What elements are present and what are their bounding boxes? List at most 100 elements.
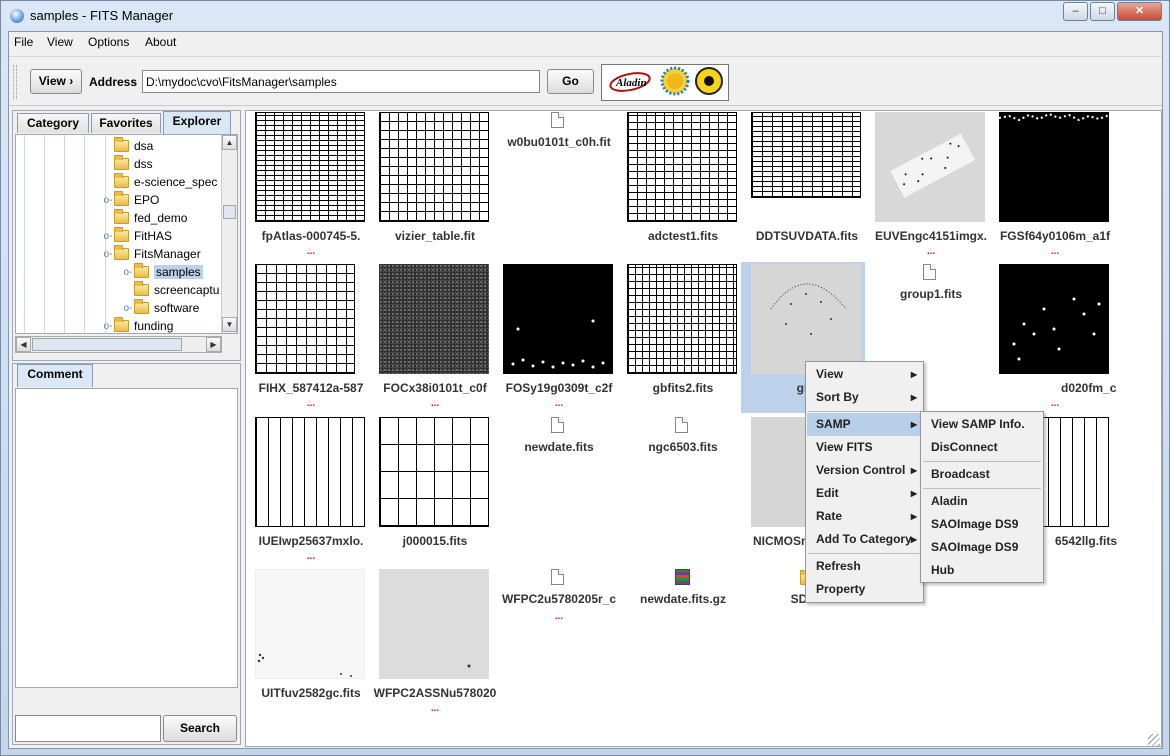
maximize-button[interactable]: □ xyxy=(1090,2,1115,21)
fits-thumbnail xyxy=(751,264,861,374)
file-icon xyxy=(551,417,564,433)
tree-item-dss[interactable]: dss xyxy=(102,155,153,173)
ctx-version-control[interactable]: Version Control ▶ xyxy=(807,459,922,482)
tab-category[interactable]: Category xyxy=(17,113,89,133)
samp-disconnect[interactable]: DisConnect xyxy=(922,436,1042,459)
address-label: Address xyxy=(89,75,138,89)
ctx-view[interactable]: View ▶ xyxy=(807,363,922,386)
tab-favorites[interactable]: Favorites xyxy=(91,113,161,133)
sun-logo[interactable] xyxy=(660,66,690,96)
file-label: EUVEngc4151imgx. xyxy=(874,229,988,243)
fits-thumbnail xyxy=(627,112,737,222)
toolbar-grip[interactable] xyxy=(13,65,17,99)
file-icon xyxy=(551,569,564,585)
ctx-rate[interactable]: Rate ▶ xyxy=(807,505,922,528)
archive-icon xyxy=(675,569,690,585)
file-label: DDTSUVDATA.fits xyxy=(755,229,859,243)
euve-image xyxy=(890,133,976,198)
address-input[interactable] xyxy=(142,70,540,93)
fos-image xyxy=(511,319,605,369)
file-label: FOCx38i0101t_c0f xyxy=(383,381,487,395)
ctx-label: Refresh xyxy=(816,559,861,573)
ctx-add-to-category[interactable]: Add To Category ▶ xyxy=(807,528,922,551)
ctx-sort-by[interactable]: Sort By ▶ xyxy=(807,386,922,409)
more-dots: ... xyxy=(554,398,564,409)
menu-file[interactable]: File xyxy=(14,35,33,49)
fits-thumbnail xyxy=(627,264,737,374)
scroll-down-icon[interactable]: ▼ xyxy=(222,317,237,332)
tree-item-e-science[interactable]: e-science_spec xyxy=(102,173,217,191)
d020-image xyxy=(1012,297,1101,361)
scroll-thumb[interactable] xyxy=(32,338,182,351)
close-button[interactable]: ✕ xyxy=(1117,2,1162,21)
tab-comment[interactable]: Comment xyxy=(17,364,93,387)
tree-item-software[interactable]: o-software xyxy=(122,299,199,317)
more-dots: ... xyxy=(1050,246,1060,257)
wfpc2-image xyxy=(467,664,471,668)
expand-icon[interactable]: o- xyxy=(102,321,114,332)
folder-icon xyxy=(114,245,129,260)
file-label: adctest1.fits xyxy=(647,229,719,243)
tree-item-fed-demo[interactable]: fed_demo xyxy=(102,209,187,227)
separator xyxy=(923,488,1041,489)
target-logo[interactable] xyxy=(694,66,724,96)
search-button[interactable]: Search xyxy=(163,715,237,742)
file-label: vizier_table.fit xyxy=(394,229,476,243)
view-button[interactable]: View › xyxy=(30,69,82,94)
file-label: IUEIwp25637mxlo. xyxy=(258,534,364,548)
comment-textarea[interactable] xyxy=(15,388,238,688)
tree-item-fitsmanager[interactable]: o- FitsManager xyxy=(102,245,201,263)
scroll-thumb[interactable] xyxy=(223,205,236,219)
samp-submenu: View SAMP Info. DisConnect Broadcast Ala… xyxy=(920,411,1044,583)
tree-horizontal-scrollbar[interactable]: ◀ ▶ xyxy=(15,336,222,353)
minimize-button[interactable]: – xyxy=(1063,2,1088,21)
ctx-property[interactable]: Property xyxy=(807,578,922,601)
expand-icon[interactable]: o- xyxy=(122,267,134,278)
fits-thumbnail xyxy=(751,112,861,198)
folder-icon xyxy=(114,227,129,242)
separator xyxy=(808,411,921,412)
file-label: fpAtlas-000745-5. xyxy=(261,229,361,243)
tree-item-funding[interactable]: o-funding xyxy=(102,317,173,333)
folder-icon xyxy=(134,281,149,296)
samp-ds9-2[interactable]: SAOImage DS9 xyxy=(922,536,1042,559)
tree-label: dsa xyxy=(134,139,154,153)
scroll-right-icon[interactable]: ▶ xyxy=(206,337,221,352)
more-dots: ... xyxy=(430,703,440,714)
file-label: WFPC2u5780205r_c xyxy=(501,592,617,606)
ctx-view-fits[interactable]: View FITS xyxy=(807,436,922,459)
tree-item-epo[interactable]: o- EPO xyxy=(102,191,159,209)
menu-options[interactable]: Options xyxy=(88,35,129,49)
more-dots: ... xyxy=(306,398,316,409)
fits-thumbnail xyxy=(379,569,489,679)
tree-item-dsa[interactable]: dsa xyxy=(102,137,153,155)
ctx-label: Property xyxy=(816,582,866,596)
search-input[interactable] xyxy=(15,715,161,742)
menu-about[interactable]: About xyxy=(145,35,176,49)
more-dots: ... xyxy=(306,246,316,257)
samp-aladin[interactable]: Aladin xyxy=(922,490,1042,513)
scroll-left-icon[interactable]: ◀ xyxy=(16,337,31,352)
tree-vertical-scrollbar[interactable]: ▲ ▼ xyxy=(221,135,237,333)
samp-hub[interactable]: Hub xyxy=(922,559,1042,582)
tree-item-fithas[interactable]: o- FitHAS xyxy=(102,227,172,245)
resize-grip-icon[interactable] xyxy=(1148,734,1160,746)
expand-icon[interactable]: o- xyxy=(122,303,134,314)
ctx-edit[interactable]: Edit ▶ xyxy=(807,482,922,505)
go-button[interactable]: Go xyxy=(547,69,594,94)
collapse-icon[interactable]: o- xyxy=(102,249,114,260)
samp-broadcast[interactable]: Broadcast xyxy=(922,463,1042,486)
tree-item-samples[interactable]: o-samples xyxy=(122,263,203,281)
tab-explorer[interactable]: Explorer xyxy=(163,111,231,134)
ctx-samp[interactable]: SAMP ▶ xyxy=(807,413,922,436)
samp-view-info[interactable]: View SAMP Info. xyxy=(922,413,1042,436)
scroll-up-icon[interactable]: ▲ xyxy=(222,135,237,150)
samp-ds9-1[interactable]: SAOImage DS9 xyxy=(922,513,1042,536)
gls-image xyxy=(770,283,847,335)
ctx-refresh[interactable]: Refresh xyxy=(807,555,922,578)
arrow-right-icon: ▶ xyxy=(910,420,917,429)
expand-icon[interactable]: o- xyxy=(102,231,114,242)
expand-icon[interactable]: o- xyxy=(102,195,114,206)
menu-view[interactable]: View xyxy=(47,35,73,49)
tree-item-screencapture[interactable]: screencaptu xyxy=(122,281,219,299)
